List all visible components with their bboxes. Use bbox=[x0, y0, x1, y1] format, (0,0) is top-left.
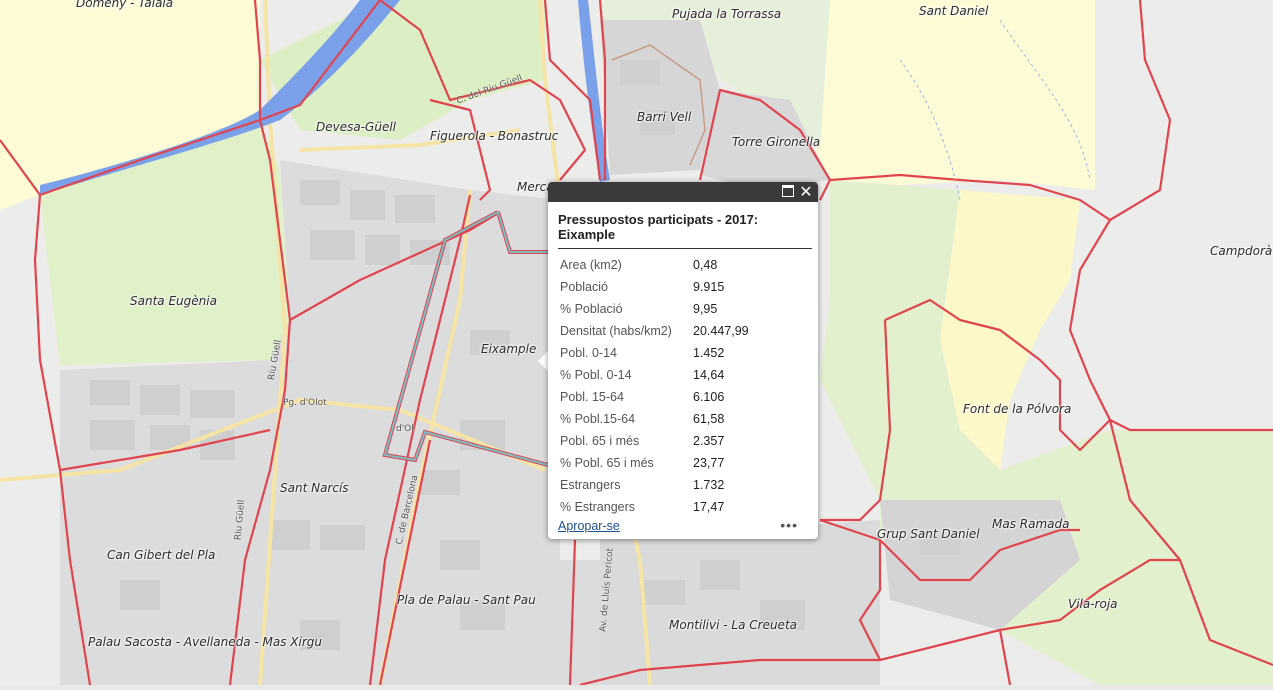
attribute-label: % Pobl.15-64 bbox=[560, 412, 636, 426]
place-label-pujada-torrassa: Pujada la Torrassa bbox=[672, 7, 782, 21]
place-label-santa-eugenia: Santa Eugènia bbox=[130, 294, 217, 308]
more-actions-button[interactable]: ••• bbox=[780, 517, 798, 533]
place-label-figuerola: Figuerola - Bonastruc bbox=[430, 129, 559, 143]
attribute-label: Densitat (habs/km2) bbox=[560, 324, 672, 338]
attribute-value: 20.447,99 bbox=[693, 324, 749, 338]
attribute-value: 9,95 bbox=[693, 302, 718, 316]
attribute-value: 14,64 bbox=[693, 368, 725, 382]
attribute-value: 23,77 bbox=[693, 456, 725, 470]
attribute-value: 0,48 bbox=[693, 258, 718, 272]
place-label-palau-sacosta: Palau Sacosta - Avellaneda - Mas Xirgu bbox=[88, 635, 322, 649]
place-label-mas-ramada: Mas Ramada bbox=[992, 517, 1070, 531]
close-button[interactable]: ✕ bbox=[796, 182, 816, 202]
attribute-label: Pobl. 65 i més bbox=[560, 434, 640, 448]
place-label-montilivi: Montilivi - La Creueta bbox=[669, 618, 797, 632]
attribute-row: Població 9.915 bbox=[558, 276, 751, 298]
attribute-value: 61,58 bbox=[693, 412, 725, 426]
attribute-row: Area (km2) 0,48 bbox=[558, 254, 751, 276]
place-label-sant-narcis: Sant Narcís bbox=[280, 481, 349, 495]
place-label-pla-palau: Pla de Palau - Sant Pau bbox=[397, 593, 536, 607]
attribute-row: % Pobl.15-64 61,58 bbox=[558, 408, 751, 430]
attribute-row: Pobl. 65 i més 2.357 bbox=[558, 430, 751, 452]
attribute-row: Densitat (habs/km2) 20.447,99 bbox=[558, 320, 751, 342]
attribute-label: % Pobl. 65 i més bbox=[560, 456, 654, 470]
attribute-value: 9.915 bbox=[693, 280, 725, 294]
attribute-label: Pobl. 0-14 bbox=[560, 346, 617, 360]
attribute-label: % Pobl. 0-14 bbox=[560, 368, 632, 382]
place-label-devesa-guell: Devesa-Güell bbox=[316, 120, 396, 134]
attribute-value: 1.732 bbox=[693, 478, 725, 492]
place-label-can-gibert: Can Gibert del Pla bbox=[107, 548, 216, 562]
attribute-row: Pobl. 0-14 1.452 bbox=[558, 342, 751, 364]
attribute-label: Estrangers bbox=[560, 478, 621, 492]
attribute-row: % Pobl. 0-14 14,64 bbox=[558, 364, 751, 386]
street-label-pg-olot: Pg. d'Olot bbox=[283, 398, 327, 408]
attribute-row: Estrangers 1.732 bbox=[558, 474, 751, 496]
zoom-to-link[interactable]: Apropar-se bbox=[558, 519, 620, 533]
place-label-grup-sant-daniel: Grup Sant Daniel bbox=[877, 527, 980, 541]
street-label-olot-2: d'Ol bbox=[396, 424, 414, 434]
attribute-label: Area (km2) bbox=[560, 258, 622, 272]
attribute-row: Pobl. 15-64 6.106 bbox=[558, 386, 751, 408]
attribute-row: % Pobl. 65 i més 23,77 bbox=[558, 452, 751, 474]
place-label-campdora: Campdorà - bbox=[1210, 244, 1273, 258]
attribute-label: % Població bbox=[560, 302, 623, 316]
attribute-row: % Estrangers 17,47 bbox=[558, 496, 751, 518]
popup-footer: Apropar-se ••• bbox=[558, 517, 808, 535]
close-icon: ✕ bbox=[799, 182, 813, 201]
attribute-table: Area (km2) 0,48 Població 9.915 % Població 9,9… bbox=[558, 254, 751, 518]
popup-titlebar: ✕ bbox=[548, 182, 818, 202]
maximize-icon bbox=[782, 185, 794, 197]
place-label-vila-roja: Vila-roja bbox=[1068, 597, 1118, 611]
place-label-sant-daniel: Sant Daniel bbox=[919, 4, 989, 18]
place-label-barri-vell: Barri Vell bbox=[637, 110, 692, 124]
attribute-row: % Població 9,95 bbox=[558, 298, 751, 320]
attribute-value: 1.452 bbox=[693, 346, 725, 360]
attribute-value: 17,47 bbox=[693, 500, 725, 514]
attribute-value: 2.357 bbox=[693, 434, 725, 448]
place-label-domeny: Domeny - Taialà bbox=[76, 0, 174, 10]
attribute-label: % Estrangers bbox=[560, 500, 636, 514]
attribute-value: 6.106 bbox=[693, 390, 725, 404]
place-label-torre-gironella: Torre Gironella bbox=[732, 135, 821, 149]
place-label-font-polvora: Font de la Pólvora bbox=[963, 402, 1072, 416]
popup-title: Pressupostos participats - 2017: Eixampl… bbox=[558, 212, 812, 249]
info-popup: ✕ Pressupostos participats - 2017: Eixam… bbox=[548, 182, 818, 539]
place-label-eixample: Eixample bbox=[481, 342, 537, 356]
attribute-label: Població bbox=[560, 280, 608, 294]
attribute-label: Pobl. 15-64 bbox=[560, 390, 624, 404]
maximize-button[interactable] bbox=[778, 182, 798, 202]
